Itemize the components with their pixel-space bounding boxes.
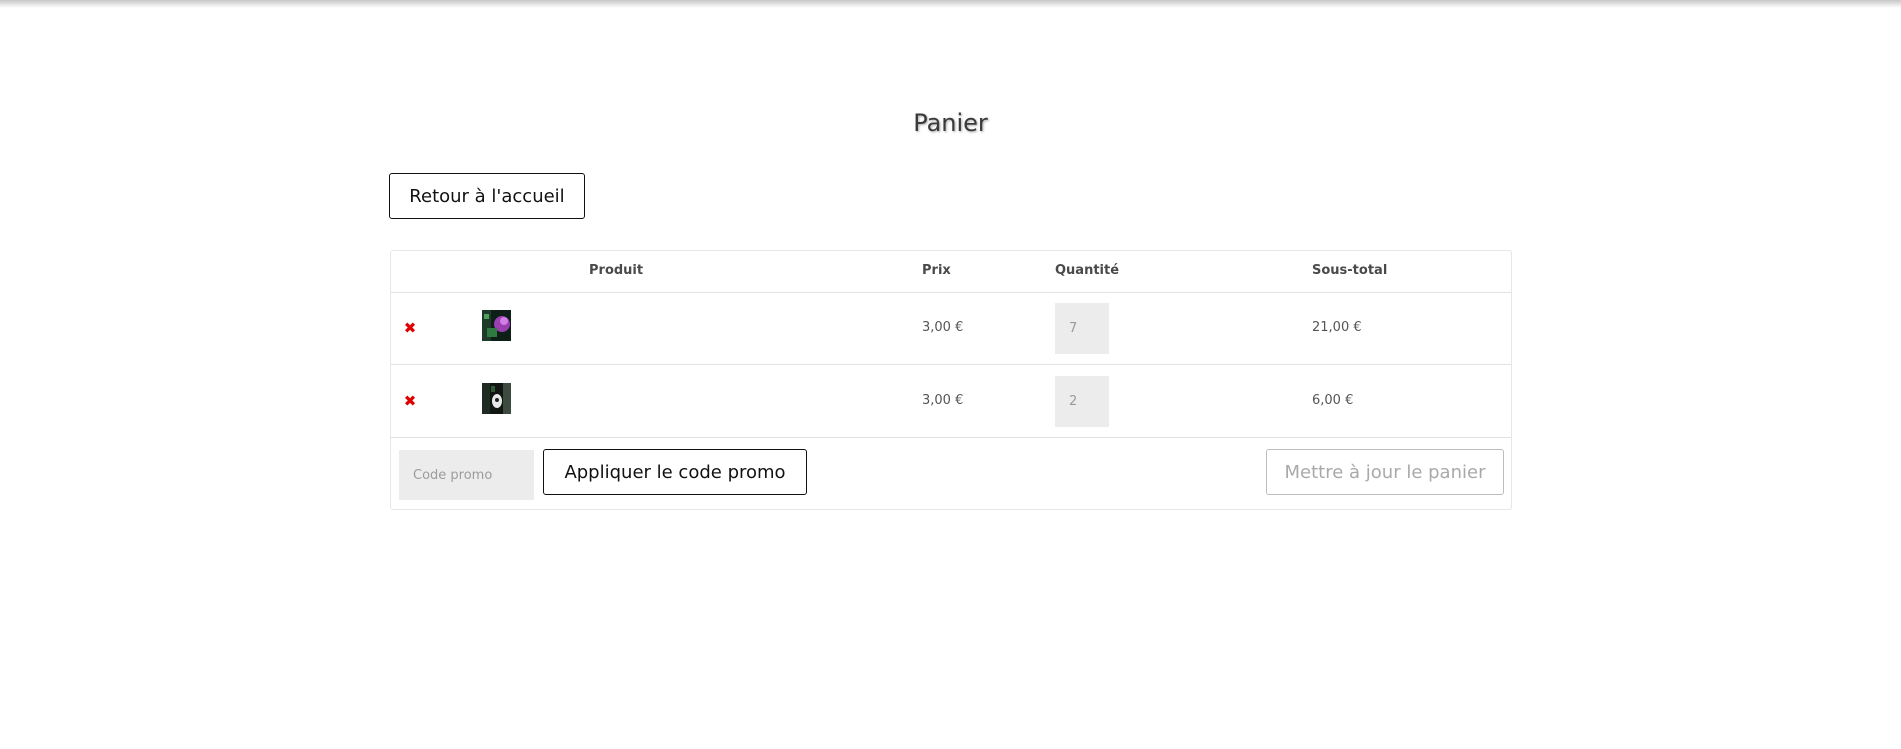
item-subtotal: 6,00 € [1312, 393, 1354, 408]
header-shadow [0, 0, 1901, 8]
column-header-subtotal: Sous-total [1312, 263, 1388, 278]
column-header-quantity: Quantité [1055, 263, 1120, 278]
apply-promo-button[interactable]: Appliquer le code promo [543, 449, 807, 495]
row-divider [391, 364, 1511, 365]
product-thumbnail[interactable] [482, 310, 511, 341]
item-subtotal: 21,00 € [1312, 320, 1362, 335]
row-divider [391, 437, 1511, 438]
column-header-product: Produit [589, 263, 644, 278]
column-header-price: Prix [922, 263, 951, 278]
remove-item-icon[interactable]: ✖ [403, 394, 417, 409]
page-title: Panier [913, 109, 988, 137]
cart-table: Produit Prix Quantité Sous-total ✖ 3,00 … [390, 250, 1512, 510]
item-price: 3,00 € [922, 393, 964, 408]
row-divider [391, 292, 1511, 293]
quantity-input[interactable] [1055, 376, 1109, 427]
update-cart-button[interactable]: Mettre à jour le panier [1266, 449, 1504, 495]
product-thumbnail[interactable] [482, 383, 511, 414]
product-image [482, 383, 511, 414]
promo-code-input[interactable] [399, 450, 534, 500]
item-price: 3,00 € [922, 320, 964, 335]
remove-item-icon[interactable]: ✖ [403, 321, 417, 336]
product-image [482, 310, 511, 341]
home-button[interactable]: Retour à l'accueil [389, 173, 585, 219]
quantity-input[interactable] [1055, 303, 1109, 354]
